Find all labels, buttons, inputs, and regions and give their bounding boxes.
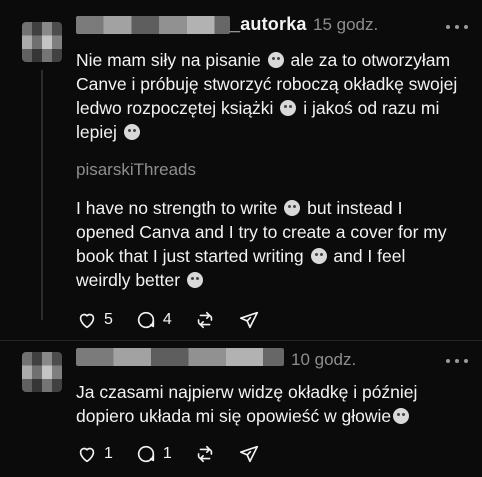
reply-count: 4 (162, 311, 172, 328)
more-icon[interactable] (446, 358, 468, 364)
text-line: Canve i próbuję stworzyć roboczą okładkę… (76, 74, 458, 94)
like-button[interactable]: 5 (76, 309, 113, 331)
smile-emoji-icon (393, 408, 410, 424)
like-button[interactable]: 1 (76, 443, 113, 465)
username[interactable]: _autorka (230, 14, 307, 35)
post: _autorka 15 godz. Nie mam siły na pisani… (0, 0, 482, 340)
text-line: I have no strength to write (76, 198, 278, 218)
repost-button[interactable] (194, 309, 216, 331)
text-line: weirdly better (76, 270, 181, 290)
text-line: but instead I (307, 198, 403, 218)
reply-button[interactable]: 1 (135, 443, 172, 465)
monkey-emoji-icon (310, 248, 327, 264)
blurred-name (76, 348, 284, 366)
repost-icon (197, 311, 213, 329)
avatar[interactable] (22, 352, 62, 392)
comment-icon (137, 311, 155, 329)
post-actions: 5 4 (76, 308, 282, 332)
text-line: opened Canva and I try to create a cover… (76, 222, 447, 242)
face-emoji-icon (284, 200, 301, 216)
smile-emoji-icon (186, 272, 203, 288)
share-button[interactable] (238, 443, 260, 465)
post-actions: 1 1 (76, 442, 282, 466)
reply-button[interactable]: 4 (135, 309, 172, 331)
text-line: lepiej (76, 122, 117, 142)
smile-emoji-icon (123, 124, 140, 140)
face-emoji-icon (267, 52, 284, 68)
text-line: Nie mam siły na pisanie (76, 50, 261, 70)
repost-icon (197, 445, 213, 463)
thread-line (41, 70, 43, 320)
like-count: 1 (104, 445, 113, 462)
send-icon (239, 445, 258, 463)
heart-icon (79, 313, 95, 329)
post-text: Nie mam siły na pisanie ale za to otworz… (76, 48, 471, 144)
translation-text: I have no strength to write but instead … (76, 196, 471, 292)
share-button[interactable] (238, 309, 260, 331)
text-line: i jakoś od razu mi (303, 98, 440, 118)
avatar[interactable] (22, 22, 62, 62)
more-icon[interactable] (446, 24, 468, 30)
translation-label[interactable]: pisarskiThreads (76, 160, 196, 180)
text-line: ale za to otworzyłam (290, 50, 451, 70)
heart-icon (79, 447, 95, 463)
post-time: 15 godz. (313, 15, 379, 34)
text-line: and I feel (333, 246, 406, 266)
post-text: Ja czasami najpierw widzę okładkę i późn… (76, 380, 471, 428)
like-count: 5 (104, 311, 113, 328)
reply-count: 1 (162, 445, 172, 462)
send-icon (239, 311, 258, 329)
repost-button[interactable] (194, 443, 216, 465)
text-line: ledwo rozpoczętej książki (76, 98, 274, 118)
monkey-emoji-icon (280, 100, 297, 116)
text-line: Ja czasami najpierw widzę okładkę i późn… (76, 382, 418, 402)
blurred-name (76, 16, 230, 34)
comment-icon (137, 445, 155, 463)
post: 10 godz. Ja czasami najpierw widzę okład… (0, 340, 482, 477)
text-line: book that I just started writing (76, 246, 304, 266)
post-time: 10 godz. (291, 350, 357, 369)
text-line: dopiero układa mi się opowieść w głowie (76, 406, 392, 426)
